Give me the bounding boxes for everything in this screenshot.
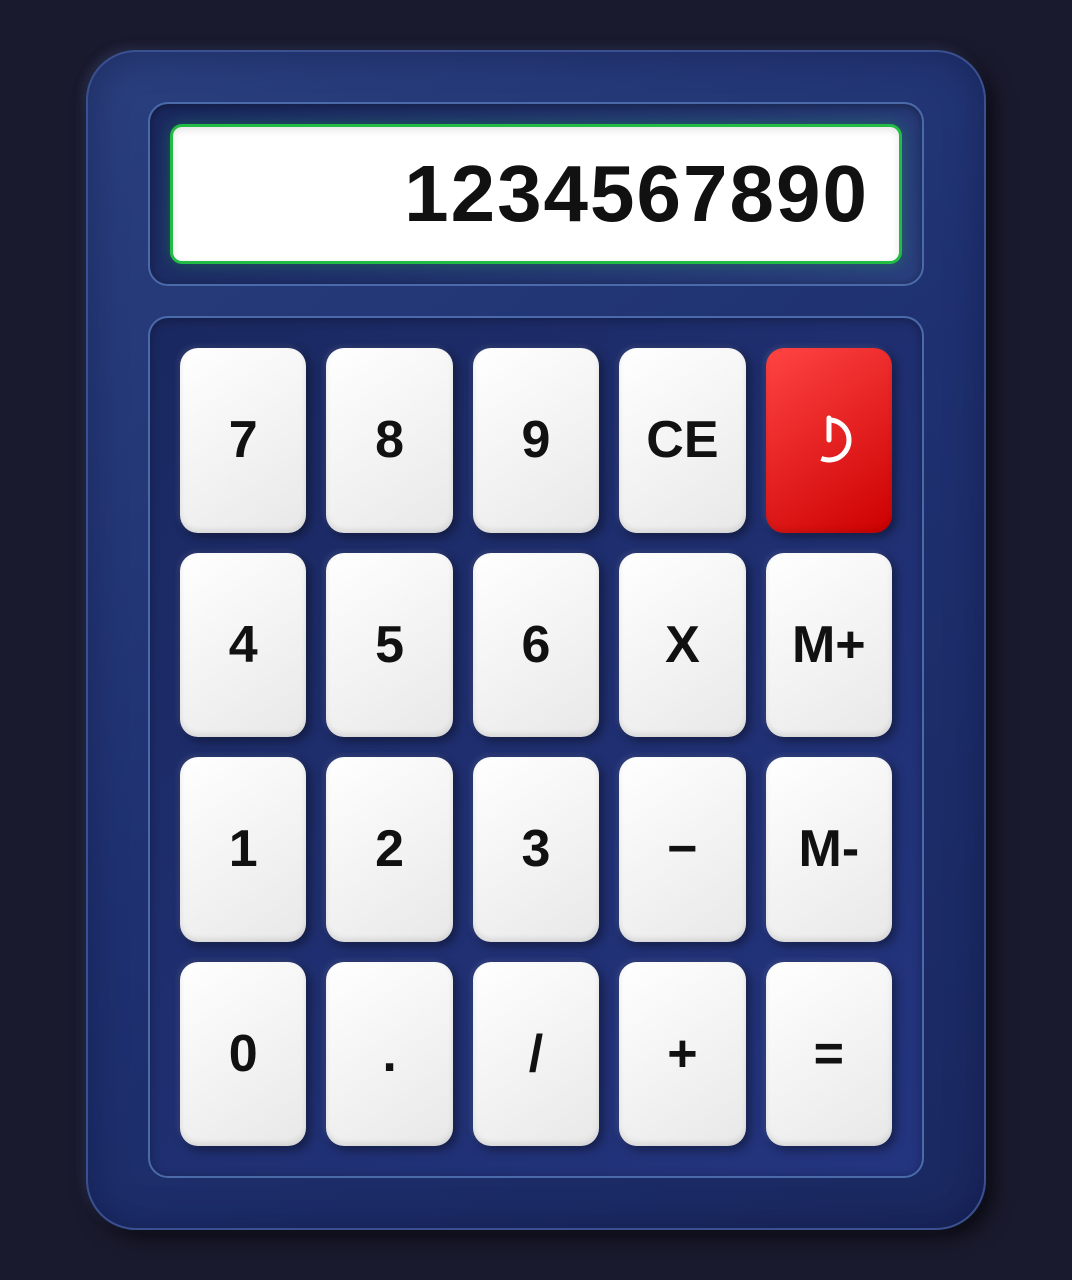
keypad-row-2: 4 5 6 X M+ — [180, 553, 892, 738]
key-6[interactable]: 6 — [473, 553, 599, 738]
key-minus[interactable]: − — [619, 757, 745, 942]
key-mplus[interactable]: M+ — [766, 553, 892, 738]
key-1[interactable]: 1 — [180, 757, 306, 942]
key-0[interactable]: 0 — [180, 962, 306, 1147]
key-power[interactable] — [766, 348, 892, 533]
keypad-row-4: 0 . / + = — [180, 962, 892, 1147]
key-3[interactable]: 3 — [473, 757, 599, 942]
keypad-row-1: 7 8 9 CE — [180, 348, 892, 533]
display-value: 1234567890 — [404, 148, 869, 240]
keypad-row-3: 1 2 3 − M- — [180, 757, 892, 942]
key-7[interactable]: 7 — [180, 348, 306, 533]
key-multiply[interactable]: X — [619, 553, 745, 738]
key-decimal[interactable]: . — [326, 962, 452, 1147]
key-2[interactable]: 2 — [326, 757, 452, 942]
key-8[interactable]: 8 — [326, 348, 452, 533]
power-icon — [799, 410, 859, 470]
key-9[interactable]: 9 — [473, 348, 599, 533]
key-equals[interactable]: = — [766, 962, 892, 1147]
key-5[interactable]: 5 — [326, 553, 452, 738]
key-ce[interactable]: CE — [619, 348, 745, 533]
key-mminus[interactable]: M- — [766, 757, 892, 942]
keypad: 7 8 9 CE 4 5 6 X M+ 1 — [148, 316, 924, 1178]
display: 1234567890 — [170, 124, 902, 264]
key-plus[interactable]: + — [619, 962, 745, 1147]
display-wrapper: 1234567890 — [148, 102, 924, 286]
key-4[interactable]: 4 — [180, 553, 306, 738]
key-divide[interactable]: / — [473, 962, 599, 1147]
calculator: 1234567890 7 8 9 CE 4 5 6 — [86, 50, 986, 1230]
